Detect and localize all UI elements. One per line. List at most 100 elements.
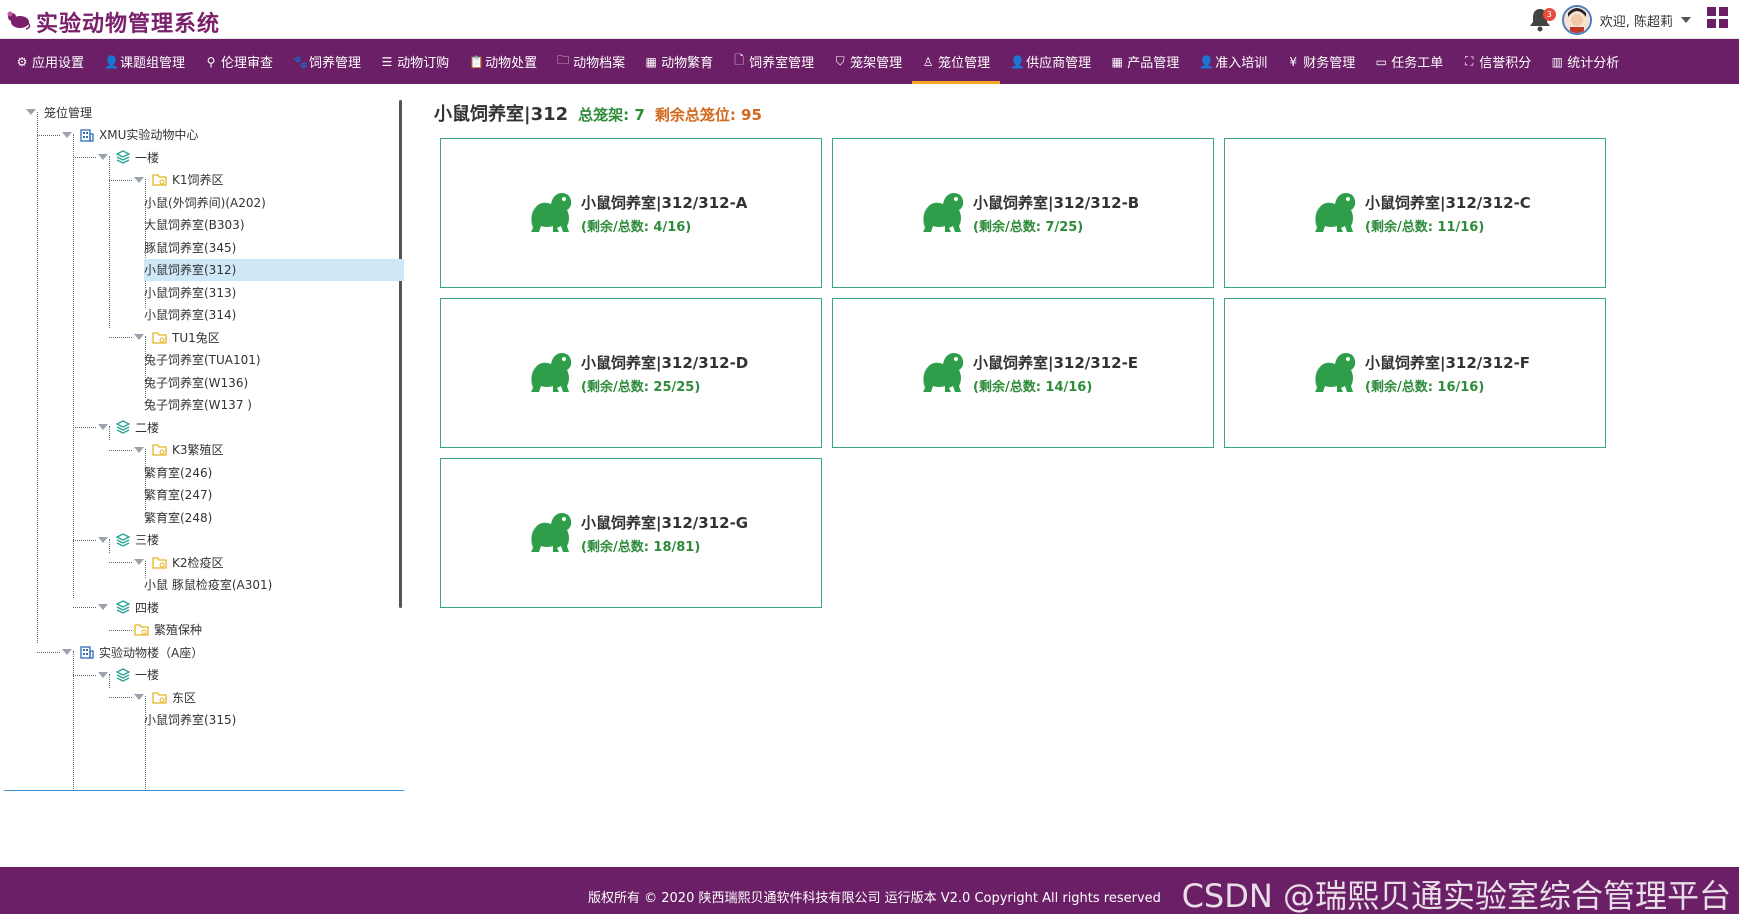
tree-node[interactable]: TU1兔区 <box>134 326 220 348</box>
tree-node[interactable]: 笼位管理 <box>26 101 92 123</box>
folder-icon <box>152 556 167 569</box>
expand-arrow-icon[interactable] <box>98 536 108 543</box>
nav-item-5[interactable]: ☰ 动物订购 <box>371 39 459 84</box>
rack-card[interactable]: 小鼠饲养室|312/312-G (剩余/总数: 18/81) <box>440 458 822 608</box>
tree-node[interactable]: 东区 <box>134 686 196 708</box>
avatar[interactable] <box>1561 5 1592 35</box>
tree-node[interactable]: 二楼 <box>98 416 159 438</box>
nav-item-12[interactable]: 👤 供应商管理 <box>1000 39 1101 84</box>
folder-icon <box>134 623 149 636</box>
nav-item-label: 应用设置 <box>32 56 85 71</box>
chevron-down-icon[interactable] <box>1681 17 1691 23</box>
nav-item-label: 饲养管理 <box>309 56 362 71</box>
tree-node[interactable]: 繁殖保种 <box>134 619 202 641</box>
tree-node[interactable]: K1饲养区 <box>134 169 224 191</box>
nav-item-2[interactable]: 👤 课题组管理 <box>94 39 195 84</box>
tree-node[interactable]: 实验动物楼（A座） <box>62 641 203 663</box>
nav-item-7[interactable]: 🗀 动物档案 <box>547 39 635 84</box>
rack-title: 小鼠饲养室|312/312-G <box>581 513 749 532</box>
rack-card-text: 小鼠饲养室|312/312-G (剩余/总数: 18/81) <box>581 512 748 555</box>
tree-node[interactable]: 繁育室(248) <box>144 506 212 528</box>
welcome-text[interactable]: 欢迎, 陈超莉 <box>1600 11 1673 30</box>
app-grid-icon[interactable] <box>1707 7 1729 33</box>
tree-node-label: 小鼠饲养室(313) <box>144 285 237 300</box>
rack-title: 小鼠饲养室|312/312-D <box>581 353 749 372</box>
notification-bell[interactable]: 3 <box>1528 6 1556 34</box>
nav-item-label: 信誉积分 <box>1479 56 1532 71</box>
rack-title: 小鼠饲养室|312/312-E <box>973 353 1139 372</box>
nav-item-15[interactable]: ¥ 财务管理 <box>1277 39 1365 84</box>
tree-connector <box>73 427 96 428</box>
expand-arrow-icon[interactable] <box>62 649 72 655</box>
nav-item-1[interactable]: ⚙ 应用设置 <box>6 39 94 84</box>
nav-item-13[interactable]: ▦ 产品管理 <box>1101 39 1189 84</box>
expand-arrow-icon[interactable] <box>98 604 108 610</box>
tree-node[interactable]: 三楼 <box>98 529 159 551</box>
nav-item-label: 供应商管理 <box>1026 56 1092 71</box>
tree-node[interactable]: 兔子饲养室(W136) <box>144 371 248 393</box>
tree-node-label: 东区 <box>172 690 197 705</box>
app-logo[interactable]: 实验动物管理系统 <box>6 6 220 38</box>
tree-node[interactable]: 大鼠饲养室(B303) <box>144 214 245 236</box>
nav-item-16[interactable]: ▭ 任务工单 <box>1365 39 1453 84</box>
rack-card[interactable]: 小鼠饲养室|312/312-A (剩余/总数: 4/16) <box>440 138 822 288</box>
expand-arrow-icon[interactable] <box>26 109 36 115</box>
expand-arrow-icon[interactable] <box>62 131 72 138</box>
tree-node[interactable]: XMU实验动物中心 <box>62 124 198 146</box>
tree-node-label: K3繁殖区 <box>172 443 224 457</box>
tree-node[interactable]: K3繁殖区 <box>134 439 224 461</box>
expand-arrow-icon[interactable] <box>98 424 108 430</box>
tree-node[interactable]: 小鼠饲养室(313) <box>144 281 236 303</box>
nav-item-3[interactable]: ⚲ 伦理审查 <box>195 39 283 84</box>
tree-connector <box>109 449 132 451</box>
expand-arrow-icon[interactable] <box>134 176 144 183</box>
nav-item-4[interactable]: 🐾 饲养管理 <box>283 39 371 84</box>
tree-node[interactable]: 四楼 <box>98 596 159 618</box>
expand-arrow-icon[interactable] <box>134 559 144 565</box>
nav-item-18[interactable]: ▥ 统计分析 <box>1541 39 1629 84</box>
tree-node[interactable]: 繁育室(247) <box>144 484 212 506</box>
tree-node[interactable]: 豚鼠饲养室(345) <box>144 236 236 258</box>
tree-node[interactable]: 小鼠 豚鼠检疫室(A301) <box>144 574 272 596</box>
rack-capacity: (剩余/总数: 18/81) <box>581 539 701 555</box>
rack-card[interactable]: 小鼠饲养室|312/312-F (剩余/总数: 16/16) <box>1224 298 1606 448</box>
expand-arrow-icon[interactable] <box>134 694 144 700</box>
nav-item-label: 动物订购 <box>397 56 450 71</box>
tree-node[interactable]: 兔子饲养室(TUA101) <box>144 349 261 371</box>
nav-item-6[interactable]: 📋 动物处置 <box>459 39 547 84</box>
tree-connector <box>37 652 60 653</box>
layers-icon <box>116 600 130 614</box>
expand-arrow-icon[interactable] <box>98 154 108 160</box>
expand-arrow-icon[interactable] <box>98 671 108 678</box>
tree-node-label: XMU实验动物中心 <box>99 128 199 142</box>
nav-item-8[interactable]: ▦ 动物繁育 <box>635 39 723 84</box>
rack-card[interactable]: 小鼠饲养室|312/312-C (剩余/总数: 11/16) <box>1224 138 1606 288</box>
tree-node[interactable]: 一楼 <box>98 146 159 168</box>
rack-card[interactable]: 小鼠饲养室|312/312-D (剩余/总数: 25/25) <box>440 298 822 448</box>
nav-item-label: 课题组管理 <box>120 56 186 71</box>
tree-node[interactable]: 一楼 <box>98 664 159 686</box>
nav-item-10[interactable]: ⛉ 笼架管理 <box>824 39 912 84</box>
nav-item-label: 动物处置 <box>485 56 538 71</box>
tree-node[interactable]: 繁育室(246) <box>144 461 212 483</box>
tree-node[interactable]: 小鼠饲养室(312) <box>144 258 404 281</box>
nav-item-14[interactable]: 👤 准入培训 <box>1189 39 1277 84</box>
tree-node-label: 兔子饲养室(TUA101) <box>144 353 261 367</box>
expand-arrow-icon[interactable] <box>134 334 144 340</box>
tree-node[interactable]: K2检疫区 <box>134 551 224 573</box>
nav-item-11[interactable]: ♙ 笼位管理 <box>912 39 1001 84</box>
yen-icon: ¥ <box>1289 54 1298 69</box>
rack-card[interactable]: 小鼠饲养室|312/312-B (剩余/总数: 7/25) <box>832 138 1214 288</box>
nav-item-9[interactable]: 🗋 饲养室管理 <box>723 39 824 84</box>
tree-connector <box>109 179 132 181</box>
expand-arrow-icon[interactable] <box>134 446 144 453</box>
tree-scrollbar[interactable] <box>399 100 402 608</box>
tree-node[interactable]: 小鼠饲养室(315) <box>144 709 236 731</box>
tree-node[interactable]: 小鼠(外饲养间)(A202) <box>144 191 266 213</box>
nav-item-17[interactable]: ⛶ 信誉积分 <box>1453 39 1541 84</box>
tree-connector <box>37 112 38 643</box>
rack-card[interactable]: 小鼠饲养室|312/312-E (剩余/总数: 14/16) <box>832 298 1214 448</box>
tree-node-label: 小鼠(外饲养间)(A202) <box>144 195 266 210</box>
tree-node[interactable]: 兔子饲养室(W137 ) <box>144 394 252 416</box>
tree-node[interactable]: 小鼠饲养室(314) <box>144 304 236 326</box>
